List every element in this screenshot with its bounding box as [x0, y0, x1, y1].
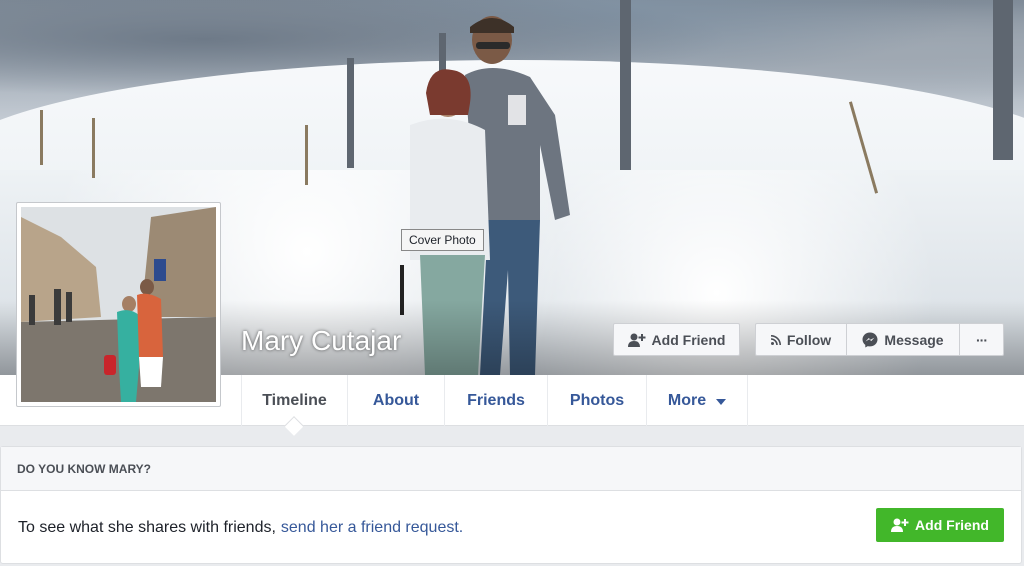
cover-pole — [40, 110, 43, 165]
tab-friends[interactable]: Friends — [444, 375, 547, 426]
cover-pole — [993, 0, 1013, 160]
cover-pole — [347, 58, 354, 168]
cover-pole — [305, 125, 308, 185]
follow-label: Follow — [786, 331, 832, 348]
add-friend-green-button[interactable]: Add Friend — [876, 508, 1004, 542]
add-friend-green-label: Add Friend — [915, 517, 989, 533]
card-text: To see what she shares with friends, — [18, 518, 276, 536]
more-actions-button[interactable]: ··· — [960, 324, 1003, 355]
profile-tabs: Timeline About Friends Photos More — [241, 375, 748, 426]
cover-pole — [620, 0, 631, 170]
add-person-icon — [627, 333, 646, 347]
tab-more[interactable]: More — [646, 375, 748, 426]
card-body: To see what she shares with friends, sen… — [1, 491, 1021, 564]
tab-about-label: About — [372, 391, 420, 409]
do-you-know-card: DO YOU KNOW MARY? To see what she shares… — [0, 446, 1022, 564]
tab-timeline-label: Timeline — [262, 391, 327, 409]
follow-button[interactable]: Follow — [756, 324, 847, 355]
friend-request-link[interactable]: send her a friend request. — [281, 519, 463, 537]
tab-photos-label: Photos — [569, 391, 625, 409]
add-friend-label: Add Friend — [651, 331, 726, 348]
tab-friends-label: Friends — [467, 391, 525, 409]
cover-pole — [92, 118, 95, 178]
tab-about[interactable]: About — [347, 375, 444, 426]
card-heading: DO YOU KNOW MARY? — [1, 447, 1021, 491]
cover-photo-tooltip: Cover Photo — [401, 229, 484, 251]
profile-photo-scene — [21, 207, 216, 402]
tab-photos[interactable]: Photos — [547, 375, 646, 426]
rss-icon — [770, 334, 781, 345]
caret-down-icon — [716, 398, 727, 405]
profile-picture-image — [21, 207, 216, 402]
more-dots-icon: ··· — [976, 331, 988, 348]
add-friend-button[interactable]: Add Friend — [613, 323, 740, 356]
profile-actions-group: Follow Message ··· — [755, 323, 1004, 356]
profile-name[interactable]: Mary Cutajar — [241, 325, 401, 357]
message-button[interactable]: Message — [847, 324, 960, 355]
add-person-icon — [891, 518, 909, 532]
message-label: Message — [884, 331, 944, 348]
profile-picture[interactable] — [16, 202, 221, 407]
messenger-icon — [862, 332, 878, 347]
tab-more-label: More — [667, 391, 707, 409]
